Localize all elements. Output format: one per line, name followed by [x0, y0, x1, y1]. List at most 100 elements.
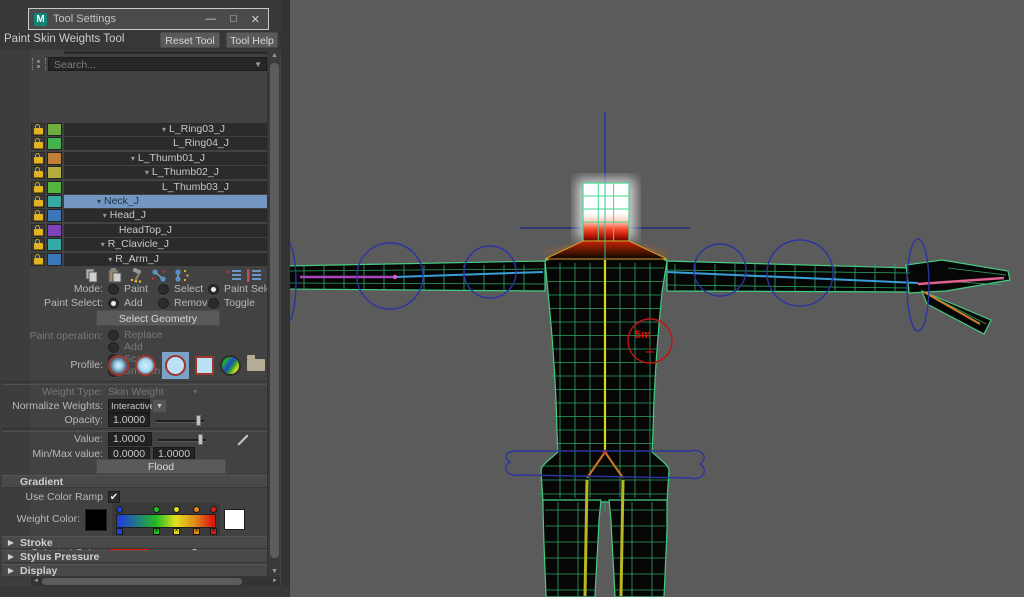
influence-name[interactable]: ▾L_Thumb01_J [64, 152, 267, 165]
influence-row-HeadTop_J[interactable]: HeadTop_J [0, 224, 281, 237]
influence-row-L_Thumb03_J[interactable]: L_Thumb03_J [0, 181, 281, 194]
scroll-up-icon[interactable]: ▲ [268, 50, 281, 61]
maximize-icon[interactable]: □ [230, 13, 237, 26]
influence-row-L_Thumb01_J[interactable]: ▾L_Thumb01_J [0, 152, 281, 165]
radio-paint-select[interactable]: Paint Select [208, 283, 258, 295]
ramp-stop[interactable] [210, 506, 217, 513]
section-stroke[interactable]: ▶Stroke [2, 536, 279, 549]
radio-select[interactable]: Select [158, 283, 208, 295]
ramp-interp-marker[interactable]: ✕ [153, 528, 160, 535]
influence-color-swatch[interactable] [47, 123, 62, 136]
lock-icon[interactable] [31, 195, 45, 208]
opacity-slider[interactable] [156, 414, 204, 427]
window-titlebar[interactable]: M Tool Settings — □ ✕ [28, 8, 269, 30]
lock-icon[interactable] [31, 181, 45, 194]
radio-toggle[interactable]: Toggle [208, 297, 258, 309]
influence-name[interactable]: L_Thumb03_J [64, 181, 267, 194]
expand-icon[interactable]: ▾ [101, 240, 105, 249]
influence-name[interactable]: L_Ring04_J [64, 137, 267, 150]
opacity-field[interactable]: 1.0000 [108, 413, 150, 427]
browse-stamp-folder-icon[interactable] [247, 359, 265, 371]
section-display[interactable]: ▶Display [2, 564, 279, 577]
hscroll-thumb[interactable] [42, 578, 242, 585]
influence-name[interactable]: ▾R_Clavicle_J [64, 238, 267, 251]
brush-hard-icon[interactable] [165, 355, 186, 376]
hammer-weights-icon[interactable] [129, 268, 145, 283]
swap-influence-icon[interactable] [174, 268, 190, 283]
influence-color-swatch[interactable] [47, 181, 62, 194]
scroll-right-icon[interactable]: ► [270, 577, 280, 586]
influence-color-swatch[interactable] [47, 166, 62, 179]
tool-help-button[interactable]: Tool Help [226, 32, 278, 48]
lock-icon[interactable] [31, 152, 45, 165]
influence-row-Head_J[interactable]: ▾Head_J [0, 209, 281, 222]
influence-row-L_Ring04_J[interactable]: L_Ring04_J [0, 137, 281, 150]
influence-color-swatch[interactable] [47, 224, 62, 237]
horizontal-scrollbar[interactable]: ◄ ► [31, 577, 280, 586]
lock-icon[interactable] [31, 224, 45, 237]
influence-color-swatch[interactable] [47, 195, 62, 208]
normalize-weights-select[interactable]: Interactive [108, 399, 150, 413]
minimize-icon[interactable]: — [205, 13, 216, 26]
sort-hierarchy-icon[interactable] [246, 268, 262, 283]
vertical-scrollbar[interactable]: ▲ ▼ [267, 50, 280, 577]
use-color-ramp-checkbox[interactable]: ✔ [108, 491, 120, 503]
reset-tool-button[interactable]: Reset Tool [160, 32, 220, 48]
brush-medium-icon[interactable] [135, 355, 156, 376]
eyedropper-icon[interactable] [236, 433, 250, 447]
flood-button[interactable]: Flood [96, 459, 226, 474]
paste-weights-icon[interactable] [107, 268, 123, 283]
sort-alpha-icon[interactable] [226, 268, 242, 283]
ramp-stop[interactable] [116, 506, 123, 513]
expand-icon[interactable]: ▾ [103, 211, 107, 220]
influence-row-L_Ring03_J[interactable]: ▾L_Ring03_J [0, 123, 281, 136]
brush-stamp-icon[interactable] [220, 355, 241, 376]
vscroll-thumb[interactable] [270, 63, 279, 558]
lock-icon[interactable] [31, 209, 45, 222]
influence-row-Neck_J[interactable]: ▾Neck_J [0, 195, 281, 208]
lock-icon[interactable] [31, 253, 45, 266]
ramp-interp-marker[interactable]: ✕ [173, 528, 180, 535]
search-input[interactable]: Search... ▼ [48, 57, 267, 71]
chevron-down-icon[interactable]: ▼ [152, 399, 167, 413]
ramp-stop[interactable] [153, 506, 160, 513]
ramp-interp-marker[interactable]: ✕ [193, 528, 200, 535]
influence-row-L_Thumb02_J[interactable]: ▾L_Thumb02_J [0, 166, 281, 179]
expand-icon[interactable]: ▾ [145, 168, 149, 177]
weight-color-left-swatch[interactable] [85, 509, 107, 531]
expand-icon[interactable]: ▾ [131, 154, 135, 163]
influence-name[interactable]: ▾R_Arm_J [64, 253, 267, 266]
close-icon[interactable]: ✕ [251, 13, 260, 26]
copy-weights-icon[interactable] [84, 268, 100, 283]
radio-add[interactable]: Add [108, 297, 158, 309]
ramp-stop-handles[interactable] [116, 503, 216, 514]
influence-color-swatch[interactable] [47, 137, 62, 150]
influence-name[interactable]: ▾Neck_J [64, 195, 267, 208]
expand-icon[interactable]: ▾ [108, 255, 112, 264]
color-ramp-widget[interactable]: ✕✕✕✕ [112, 503, 220, 537]
influence-name[interactable]: ▾L_Ring03_J [64, 123, 267, 136]
influence-name[interactable]: HeadTop_J [64, 224, 267, 237]
weight-color-right-swatch[interactable] [224, 509, 245, 530]
influence-color-swatch[interactable] [47, 209, 62, 222]
influence-row-R_Clavicle_J[interactable]: ▾R_Clavicle_J [0, 238, 281, 251]
influence-color-swatch[interactable] [47, 253, 62, 266]
influence-name[interactable]: ▾Head_J [64, 209, 267, 222]
ramp-interp-marker[interactable] [116, 528, 123, 535]
lock-icon[interactable] [31, 166, 45, 179]
lock-icon[interactable] [31, 238, 45, 251]
expand-icon[interactable]: ▾ [97, 197, 101, 206]
value-slider[interactable] [158, 433, 206, 446]
chevron-down-icon[interactable]: ▼ [254, 58, 262, 71]
scroll-down-icon[interactable]: ▼ [268, 566, 281, 577]
lock-icon[interactable] [31, 137, 45, 150]
influence-row-R_Arm_J[interactable]: ▾R_Arm_J [0, 253, 281, 266]
influence-name[interactable]: ▾L_Thumb02_J [64, 166, 267, 179]
brush-square-icon[interactable] [195, 356, 214, 375]
ramp-gradient-bar[interactable] [116, 514, 216, 528]
influence-color-swatch[interactable] [47, 238, 62, 251]
radio-paint[interactable]: Paint [108, 283, 158, 295]
influence-sort-icon[interactable] [32, 58, 46, 70]
ramp-stop[interactable] [193, 506, 200, 513]
ramp-stop[interactable] [173, 506, 180, 513]
